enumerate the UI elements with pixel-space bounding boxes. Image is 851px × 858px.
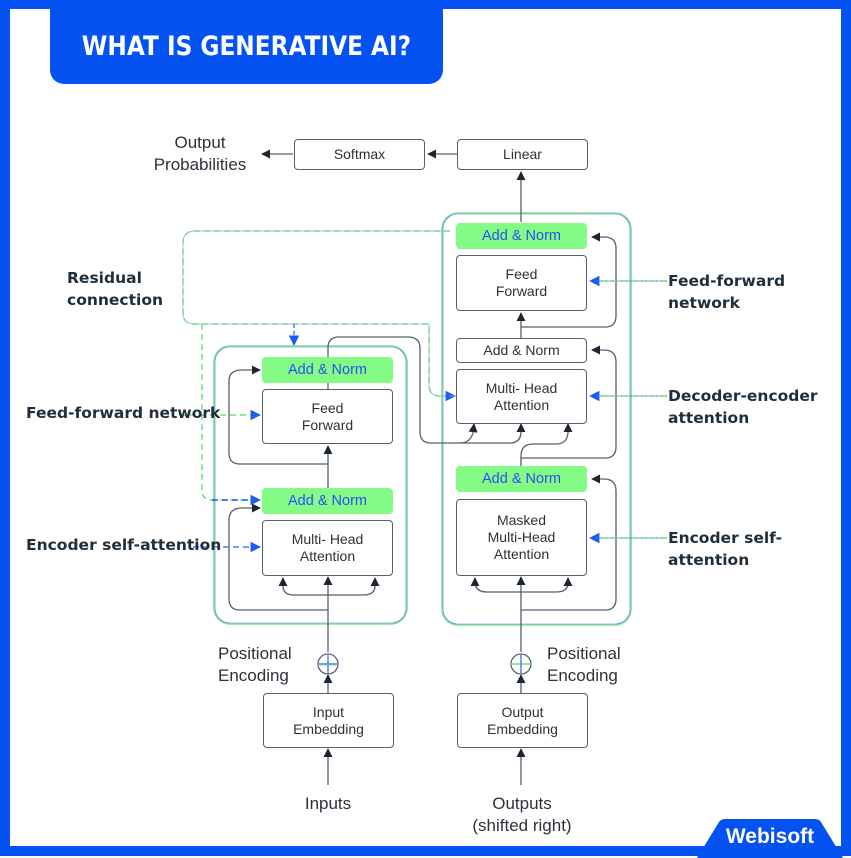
input-embedding-box: Input Embedding (263, 693, 394, 748)
inputs-label: Inputs (278, 793, 378, 815)
left-esa-text: Encoder self-attention (26, 536, 222, 554)
decoder-pe-line2: Encoding (547, 666, 618, 685)
right-de-line2: attention (668, 409, 750, 427)
decoder-add-norm-top: Add & Norm (456, 223, 587, 249)
encoder-add-norm-bottom: Add & Norm (262, 488, 393, 514)
encoder-positional-encoding-icon (317, 653, 339, 675)
encoder-pe-line1: Positional (218, 644, 292, 663)
output-probabilities-line1: Output (174, 133, 226, 152)
decoder-multi-head-attention-box: Multi- Head Attention (456, 369, 587, 424)
outputs-label: Outputs (shifted right) (460, 793, 584, 837)
decoder-ff-line2: Forward (495, 283, 548, 299)
decoder-masked-attention-box: Masked Multi-Head Attention (456, 499, 587, 576)
outputs-line1: Outputs (492, 794, 552, 813)
right-ff-line1: Feed-forward (668, 272, 786, 290)
left-ff-text: Feed-forward network (26, 404, 221, 422)
inputs-text: Inputs (304, 794, 352, 813)
encoder-pe-line2: Encoding (218, 666, 289, 685)
encoder-add-norm-top: Add & Norm (262, 357, 393, 383)
output-embedding-box: Output Embedding (457, 693, 588, 748)
decoder-add-norm-top-label: Add & Norm (482, 227, 561, 244)
outputs-line2: (shifted right) (472, 816, 572, 835)
left-encoder-attention-annotation: Encoder self-attention (26, 534, 221, 556)
decoder-pe-line1: Positional (547, 644, 621, 663)
output-probabilities-label: Output Probabilities (140, 132, 260, 176)
residual-connection-annotation: Residual connection (67, 267, 163, 311)
softmax-box: Softmax (294, 139, 425, 170)
encoder-mha-line2: Attention (299, 548, 356, 564)
linear-label: Linear (503, 146, 542, 162)
input-embedding-line2: Embedding (293, 720, 364, 737)
output-embedding-line2: Embedding (487, 720, 558, 737)
decoder-add-norm-middle-label: Add & Norm (483, 342, 560, 358)
output-embedding-line1: Output (501, 703, 544, 720)
encoder-add-norm-bottom-label: Add & Norm (288, 492, 367, 509)
brand-logo: Webisoft (697, 818, 843, 858)
right-ff-line2: network (668, 294, 740, 312)
encoder-positional-encoding-label: Positional Encoding (218, 643, 306, 687)
residual-line2: connection (67, 291, 164, 309)
masked-line1: Masked (496, 512, 546, 528)
decoder-mha-line2: Attention (493, 396, 550, 413)
masked-line3: Attention (493, 546, 550, 562)
right-encoder-attention-annotation: Encoder self- attention (668, 527, 782, 571)
masked-line2: Multi-Head (487, 529, 556, 545)
decoder-add-norm-middle: Add & Norm (456, 338, 587, 363)
right-decoder-encoder-annotation: Decoder-encoder attention (668, 385, 818, 429)
decoder-add-norm-bottom: Add & Norm (456, 466, 587, 492)
output-probabilities-line2: Probabilities (153, 155, 247, 174)
left-feed-forward-annotation: Feed-forward network (26, 402, 220, 424)
encoder-add-norm-top-label: Add & Norm (288, 361, 367, 378)
decoder-mha-line1: Multi- Head (485, 379, 558, 396)
decoder-ff-line1: Feed (505, 266, 538, 282)
right-de-line1: Decoder-encoder (668, 387, 818, 405)
encoder-feed-forward-box: Feed Forward (262, 389, 393, 444)
right-feed-forward-annotation: Feed-forward network (668, 270, 785, 314)
encoder-multi-head-attention-box: Multi- Head Attention (262, 520, 393, 576)
decoder-feed-forward-box: Feed Forward (456, 255, 587, 311)
decoder-positional-encoding-label: Positional Encoding (547, 643, 637, 687)
encoder-ff-line1: Feed (311, 399, 344, 416)
encoder-container (213, 345, 408, 625)
right-esa-line2: attention (668, 551, 750, 569)
input-embedding-line1: Input (312, 703, 345, 720)
residual-line1: Residual (67, 269, 142, 287)
right-esa-line1: Encoder self- (668, 529, 783, 547)
encoder-ff-line2: Forward (301, 416, 354, 433)
decoder-add-norm-bottom-label: Add & Norm (482, 470, 561, 487)
brand-name: Webisoft (725, 825, 815, 848)
softmax-label: Softmax (333, 146, 386, 162)
encoder-mha-line1: Multi- Head (291, 531, 364, 547)
decoder-positional-encoding-icon (510, 653, 532, 675)
linear-box: Linear (457, 139, 588, 170)
